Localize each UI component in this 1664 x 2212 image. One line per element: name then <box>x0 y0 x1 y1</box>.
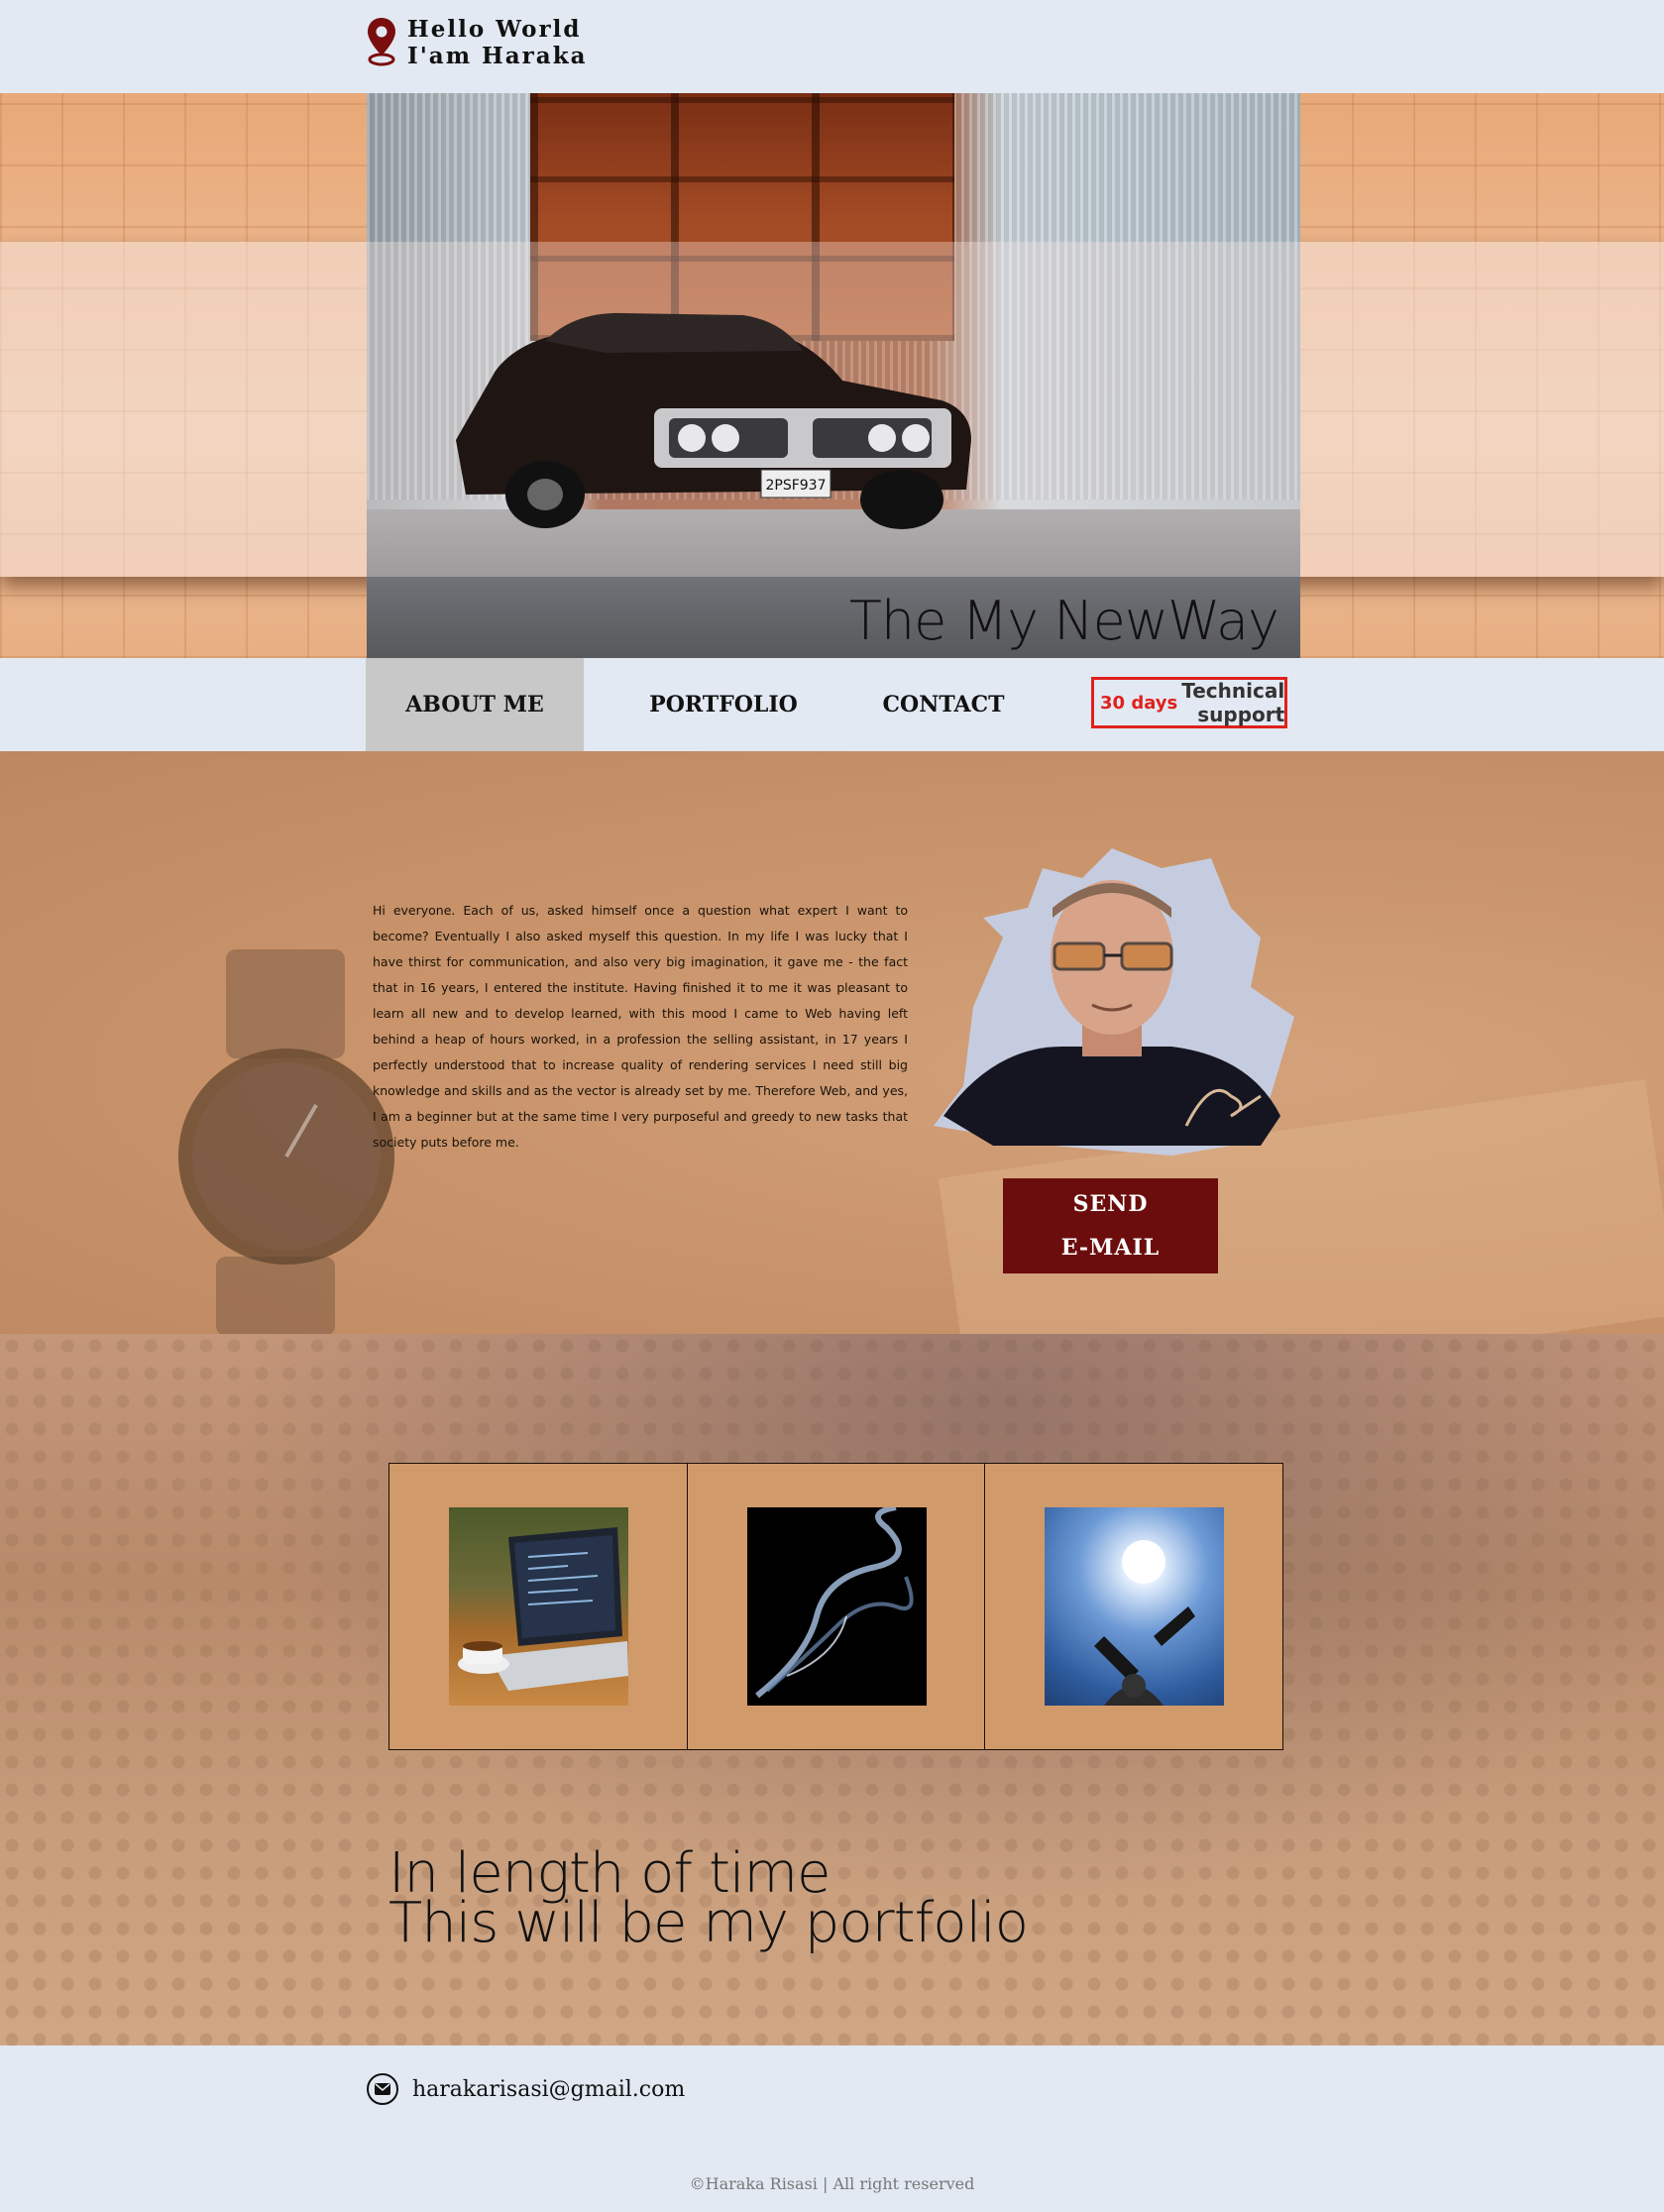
logo-text: Hello World I'am Haraka <box>407 16 588 69</box>
envelope-icon <box>367 2073 398 2105</box>
main-nav: ABOUT ME PORTFOLIO CONTACT 30 days Techn… <box>0 658 1664 751</box>
send-email-line1: SEND <box>1072 1191 1149 1217</box>
portfolio-section: In length of time This will be my portfo… <box>0 1334 1664 2046</box>
profile-portrait <box>934 848 1294 1156</box>
support-label: Technical support <box>1181 679 1290 726</box>
portfolio-tile-3[interactable] <box>985 1464 1283 1749</box>
license-plate: 2PSF937 <box>765 478 826 494</box>
logo-line-1: Hello World <box>407 16 582 43</box>
muscle-car-image: 2PSF937 <box>456 312 971 529</box>
wristwatch-image <box>178 1049 394 1265</box>
nav-portfolio[interactable]: PORTFOLIO <box>614 658 832 751</box>
hero-title: The My NewWay <box>848 590 1279 652</box>
about-section: Hi everyone. Each of us, asked himself o… <box>0 751 1664 1334</box>
logo[interactable]: Hello World I'am Haraka <box>366 16 588 69</box>
portfolio-caption-line2: This will be my portfolio <box>388 1891 1029 1955</box>
map-pin-icon <box>368 18 395 66</box>
watch-strap <box>226 949 345 1058</box>
send-email-button[interactable]: SEND E-MAIL <box>1003 1178 1218 1273</box>
hero-car-photo: 2PSF937 The My NewWay <box>367 93 1300 658</box>
support-label-line1: Technical <box>1181 679 1285 703</box>
propeller-sky-photo <box>1045 1507 1225 1706</box>
support-days: 30 days <box>1100 692 1178 714</box>
nav-contact[interactable]: CONTACT <box>834 658 1053 751</box>
copyright-text: ©Haraka Risasi | All right reserved <box>689 2174 975 2193</box>
laptop-coffee-photo <box>449 1507 628 1706</box>
technical-support-badge[interactable]: 30 days Technical support <box>1091 677 1287 728</box>
email-address[interactable]: harakarisasi@gmail.com <box>412 2077 685 2102</box>
email-contact[interactable]: harakarisasi@gmail.com <box>367 2073 685 2105</box>
hero-banner: 2PSF937 The My NewWay <box>0 93 1664 658</box>
logo-line-2: I'am Haraka <box>407 43 588 69</box>
watch-strap-lower <box>216 1257 335 1334</box>
about-text: Hi everyone. Each of us, asked himself o… <box>373 903 908 1150</box>
nav-about-me[interactable]: ABOUT ME <box>366 658 584 751</box>
footer: harakarisasi@gmail.com ©Haraka Risasi | … <box>0 2046 1664 2212</box>
portfolio-caption: In length of time This will be my portfo… <box>388 1846 1029 1955</box>
smoke-photo <box>746 1507 927 1706</box>
header: Hello World I'am Haraka <box>0 0 1664 93</box>
send-email-line2: E-MAIL <box>1060 1235 1161 1261</box>
support-label-line2: support <box>1197 703 1285 726</box>
portfolio-grid <box>388 1463 1283 1750</box>
portfolio-tile-2[interactable] <box>687 1464 986 1749</box>
portfolio-tile-1[interactable] <box>389 1464 688 1749</box>
